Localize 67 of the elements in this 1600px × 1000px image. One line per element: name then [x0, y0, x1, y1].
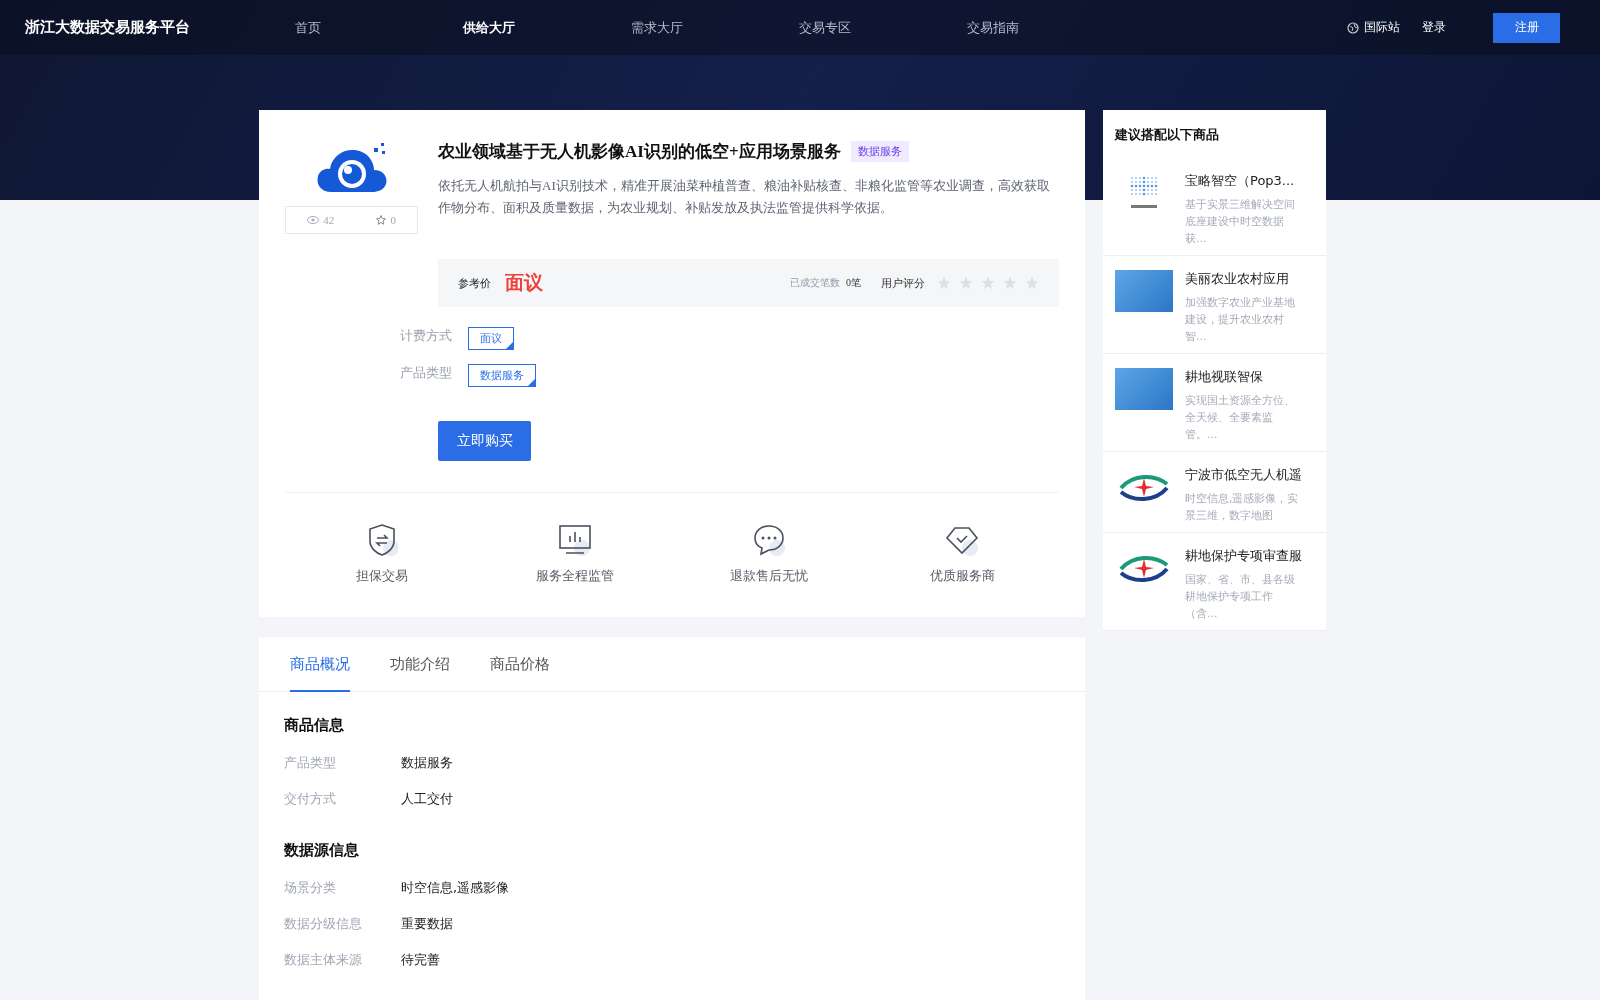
photo-placeholder	[1115, 368, 1173, 410]
option-chip[interactable]: 数据服务	[468, 364, 536, 387]
option-label: 产品类型	[400, 364, 453, 382]
guarantee-label: 担保交易	[355, 567, 408, 585]
field-value: 人工交付	[401, 790, 453, 808]
field-label: 数据分级信息	[284, 915, 363, 933]
buy-now-button[interactable]: 立即购买	[438, 421, 531, 461]
eye-icon	[307, 216, 320, 224]
suggestions-heading: 建议搭配以下商品	[1113, 126, 1220, 144]
deals-count: 0笔	[846, 276, 861, 290]
view-count: 42	[323, 214, 335, 226]
suggestion-item[interactable]: 耕地视联智保 实现国土资源全方位、全天候、全要素监管。...	[1103, 354, 1326, 452]
rating-star-icon	[1025, 276, 1039, 290]
favorite-count: 0	[390, 214, 396, 226]
option-chip[interactable]: 面议	[468, 327, 514, 350]
option-label: 计费方式	[400, 327, 453, 345]
monitor-chart-icon	[557, 523, 594, 557]
guarantee-label: 退款售后无忧	[729, 567, 808, 585]
suggestion-item[interactable]: 美丽农业农村应用 加强数字农业产业基地建设，提升农业农村智...	[1103, 256, 1326, 354]
register-button[interactable]: 注册	[1493, 12, 1560, 43]
nav-link[interactable]: 供给大厅	[463, 18, 631, 37]
guarantee-label: 服务全程监管	[536, 567, 615, 585]
details-tab[interactable]: 功能介绍	[390, 637, 450, 692]
section-heading: 数据源信息	[284, 841, 360, 860]
rating-label: 用户评分	[881, 275, 925, 291]
site-logo-text[interactable]: 浙江大数据交易服务平台	[25, 18, 295, 37]
rating-star-icon	[1003, 276, 1017, 290]
product-title: 农业领域基于无人机影像AI识别的低空+应用场景服务	[438, 141, 841, 163]
international-site-link[interactable]: 国际站	[1347, 19, 1400, 36]
nav-link[interactable]: 交易专区	[799, 18, 967, 37]
rating-star-icon	[959, 276, 973, 290]
rating-star-icon	[937, 276, 951, 290]
chat-bubble-icon	[751, 523, 786, 557]
nav-link[interactable]: 交易指南	[967, 18, 1135, 37]
field-value: 时空信息,遥感影像	[401, 879, 510, 897]
category-tag: 数据服务	[850, 141, 909, 162]
deals-label: 已成交笔数	[790, 276, 840, 290]
suggestion-title: 宝略智空（Pop3...	[1185, 172, 1296, 190]
photo-placeholder	[1115, 270, 1173, 312]
field-value: 数据服务	[401, 754, 453, 772]
field-value: 待完善	[401, 951, 440, 969]
suggestion-title: 耕地视联智保	[1185, 368, 1264, 386]
field-label: 数据主体来源	[284, 951, 363, 969]
section-heading: 商品信息	[284, 716, 345, 735]
star-outline-icon	[376, 215, 387, 225]
details-tab[interactable]: 商品价格	[490, 637, 550, 692]
product-description: 依托无人机航拍与AI识别技术，精准开展油菜种植普查、粮油补贴核查、非粮化监管等农业调查，高效获取作物分布、面积及质量数据，为农业规划、补贴发放及执法监管提供科学依据。	[438, 177, 1051, 217]
suggestion-item[interactable]: 耕地保护专项审查服 国家、省、市、县各级耕地保护专项工作（含...	[1103, 533, 1326, 631]
suggestion-title: 美丽农业农村应用	[1185, 270, 1290, 288]
nav-link[interactable]: 首页	[295, 18, 463, 37]
price-label: 参考价	[458, 275, 491, 291]
field-value: 重要数据	[401, 915, 453, 933]
suggestion-description: 加强数字农业产业基地建设，提升农业农村智...	[1185, 295, 1296, 345]
globe-icon	[1347, 21, 1359, 34]
guarantee-label: 优质服务商	[929, 567, 995, 585]
login-link[interactable]: 登录	[1422, 19, 1446, 36]
suggestion-title: 宁波市低空无人机遥	[1185, 466, 1303, 484]
details-tab[interactable]: 商品概况	[290, 637, 350, 692]
suggestion-description: 实现国土资源全方位、全天候、全要素监管。...	[1185, 393, 1296, 443]
rating-star-icon	[981, 276, 995, 290]
field-label: 交付方式	[284, 790, 337, 808]
nav-link[interactable]: 需求大厅	[631, 18, 799, 37]
suggestion-description: 国家、省、市、县各级耕地保护专项工作（含...	[1185, 572, 1296, 622]
field-label: 产品类型	[284, 754, 337, 772]
price-value: 面议	[505, 270, 543, 295]
field-label: 场景分类	[284, 879, 337, 897]
suggestion-title: 耕地保护专项审查服	[1185, 547, 1303, 565]
